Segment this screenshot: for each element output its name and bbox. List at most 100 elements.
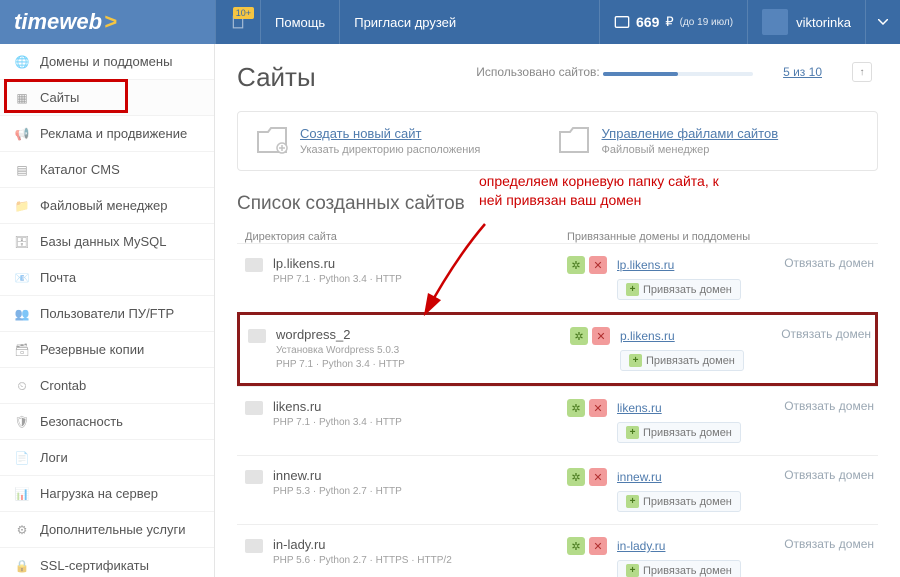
main-content: Сайты Использовано сайтов: 5 из 10 ↑ Соз… (215, 44, 900, 577)
section-title: Список созданных сайтов (237, 193, 878, 215)
domain-link[interactable]: in-lady.ru (617, 539, 665, 553)
site-settings-button[interactable]: ✲ (570, 327, 588, 345)
sidebar-item-label: Файловый менеджер (40, 198, 168, 213)
sidebar-item-label: Почта (40, 270, 76, 285)
sidebar-item-label: Реклама и продвижение (40, 126, 187, 141)
sidebar-item-4[interactable]: 📁 Файловый менеджер (0, 188, 214, 224)
sidebar-item-10[interactable]: 🛡 Безопасность (0, 404, 214, 440)
plus-icon: + (626, 283, 639, 296)
sidebar-item-label: Домены и поддомены (40, 54, 172, 69)
sidebar-icon: 🛡 (14, 415, 30, 429)
unbind-domain-link[interactable]: Отвязать домен (778, 399, 878, 413)
avatar (762, 9, 788, 35)
site-delete-button[interactable]: ✕ (589, 256, 607, 274)
sidebar-item-label: Сайты (40, 90, 79, 105)
domain-link[interactable]: likens.ru (617, 401, 662, 415)
plus-icon: + (626, 564, 639, 577)
domain-link[interactable]: p.likens.ru (620, 329, 675, 343)
site-dir-name[interactable]: wordpress_2 (276, 327, 405, 342)
bind-domain-button[interactable]: +Привязать домен (620, 350, 744, 371)
sidebar-icon: 🌐 (14, 55, 30, 69)
sidebar-item-14[interactable]: 🔒SSL-сертификаты (0, 548, 214, 577)
quick-actions-panel: Создать новый сайт Указать директорию ра… (237, 111, 878, 171)
plus-icon: + (626, 495, 639, 508)
notification-badge: 10+ (233, 7, 254, 19)
sidebar-icon: 📁 (14, 199, 30, 213)
sidebar-item-7[interactable]: 👥Пользователи ПУ/FTP (0, 296, 214, 332)
sidebar-item-11[interactable]: 📄 Логи (0, 440, 214, 476)
sidebar-item-label: Безопасность (40, 414, 123, 429)
sidebar-item-8[interactable]: 🗃Резервные копии (0, 332, 214, 368)
site-settings-button[interactable]: ✲ (567, 537, 585, 555)
help-link[interactable]: Помощь (260, 0, 339, 44)
sidebar-item-5[interactable]: 🗄Базы данных MySQL (0, 224, 214, 260)
sidebar-item-label: Резервные копии (40, 342, 144, 357)
sidebar-item-12[interactable]: 📊Нагрузка на сервер (0, 476, 214, 512)
domain-link[interactable]: innew.ru (617, 470, 662, 484)
domain-link[interactable]: lp.likens.ru (617, 258, 674, 272)
unbind-domain-link[interactable]: Отвязать домен (775, 327, 875, 341)
invite-link[interactable]: Пригласи друзей (339, 0, 470, 44)
balance-due: (до 19 июл) (680, 17, 733, 28)
site-meta: PHP 5.3 · Python 2.7 · HTTP (273, 486, 402, 497)
sidebar-item-label: SSL-сертификаты (40, 558, 149, 573)
unbind-domain-link[interactable]: Отвязать домен (778, 468, 878, 482)
sidebar-item-label: Crontab (40, 378, 86, 393)
site-dir-name[interactable]: in-lady.ru (273, 537, 452, 552)
sidebar-item-3[interactable]: ▤Каталог CMS (0, 152, 214, 188)
site-settings-button[interactable]: ✲ (567, 399, 585, 417)
sidebar-item-label: Дополнительные услуги (40, 522, 185, 537)
site-delete-button[interactable]: ✕ (589, 537, 607, 555)
site-settings-button[interactable]: ✲ (567, 468, 585, 486)
sidebar-icon: 📄 (14, 451, 30, 465)
unbind-domain-link[interactable]: Отвязать домен (778, 537, 878, 551)
top-header: timeweb> 10+ Помощь Пригласи друзей 669 … (0, 0, 900, 44)
site-row: lp.likens.ru PHP 7.1 · Python 3.4 · HTTP… (237, 243, 878, 312)
bind-domain-button[interactable]: +Привязать домен (617, 491, 741, 512)
plus-icon: + (629, 354, 642, 367)
sidebar-item-label: Логи (40, 450, 68, 465)
folder-icon (245, 470, 263, 484)
wallet-icon (614, 15, 630, 29)
site-settings-button[interactable]: ✲ (567, 256, 585, 274)
table-header: Директория сайта Привязанные домены и по… (237, 231, 878, 243)
balance-display[interactable]: 669 ₽ (до 19 июл) (599, 0, 747, 44)
site-dir-name[interactable]: likens.ru (273, 399, 402, 414)
site-row: in-lady.ru PHP 5.6 · Python 2.7 · HTTPS … (237, 524, 878, 577)
bind-domain-button[interactable]: +Привязать домен (617, 560, 741, 577)
username: viktorinka (796, 15, 851, 30)
folder-icon (248, 329, 266, 343)
user-menu[interactable]: viktorinka (747, 0, 865, 44)
bind-domain-button[interactable]: +Привязать домен (617, 279, 741, 300)
folder-add-icon (256, 126, 288, 154)
sidebar-icon: 📢 (14, 127, 30, 141)
sidebar-item-1[interactable]: ▦Сайты (0, 80, 214, 116)
site-delete-button[interactable]: ✕ (589, 468, 607, 486)
notifications-button[interactable]: 10+ (215, 0, 260, 44)
site-delete-button[interactable]: ✕ (589, 399, 607, 417)
sidebar-icon: ▤ (14, 163, 30, 177)
sort-toggle-button[interactable]: ↑ (852, 62, 872, 82)
user-dropdown-toggle[interactable] (865, 0, 900, 44)
unbind-domain-link[interactable]: Отвязать домен (778, 256, 878, 270)
site-dir-name[interactable]: lp.likens.ru (273, 256, 402, 271)
usage-count-link[interactable]: 5 из 10 (783, 65, 822, 79)
sidebar-item-9[interactable]: ⏲Crontab (0, 368, 214, 404)
site-delete-button[interactable]: ✕ (592, 327, 610, 345)
sidebar-icon: 👥 (14, 307, 30, 321)
manage-files-sub: Файловый менеджер (602, 144, 779, 156)
sidebar-icon: 📊 (14, 487, 30, 501)
bind-domain-button[interactable]: +Привязать домен (617, 422, 741, 443)
manage-files-link[interactable]: Управление файлами сайтов (602, 126, 779, 141)
usage-bar (603, 72, 753, 76)
sidebar-item-2[interactable]: 📢 Реклама и продвижение (0, 116, 214, 152)
site-row: likens.ru PHP 7.1 · Python 3.4 · HTTP ✲ … (237, 386, 878, 455)
chevron-down-icon (878, 19, 888, 25)
sidebar-item-6[interactable]: 📧Почта (0, 260, 214, 296)
sidebar-item-0[interactable]: 🌐 Домены и поддомены (0, 44, 214, 80)
site-dir-name[interactable]: innew.ru (273, 468, 402, 483)
create-site-link[interactable]: Создать новый сайт (300, 126, 480, 141)
sidebar-item-13[interactable]: ⚙Дополнительные услуги (0, 512, 214, 548)
logo[interactable]: timeweb> (0, 0, 215, 44)
table-head-domains: Привязанные домены и поддомены (567, 231, 878, 243)
